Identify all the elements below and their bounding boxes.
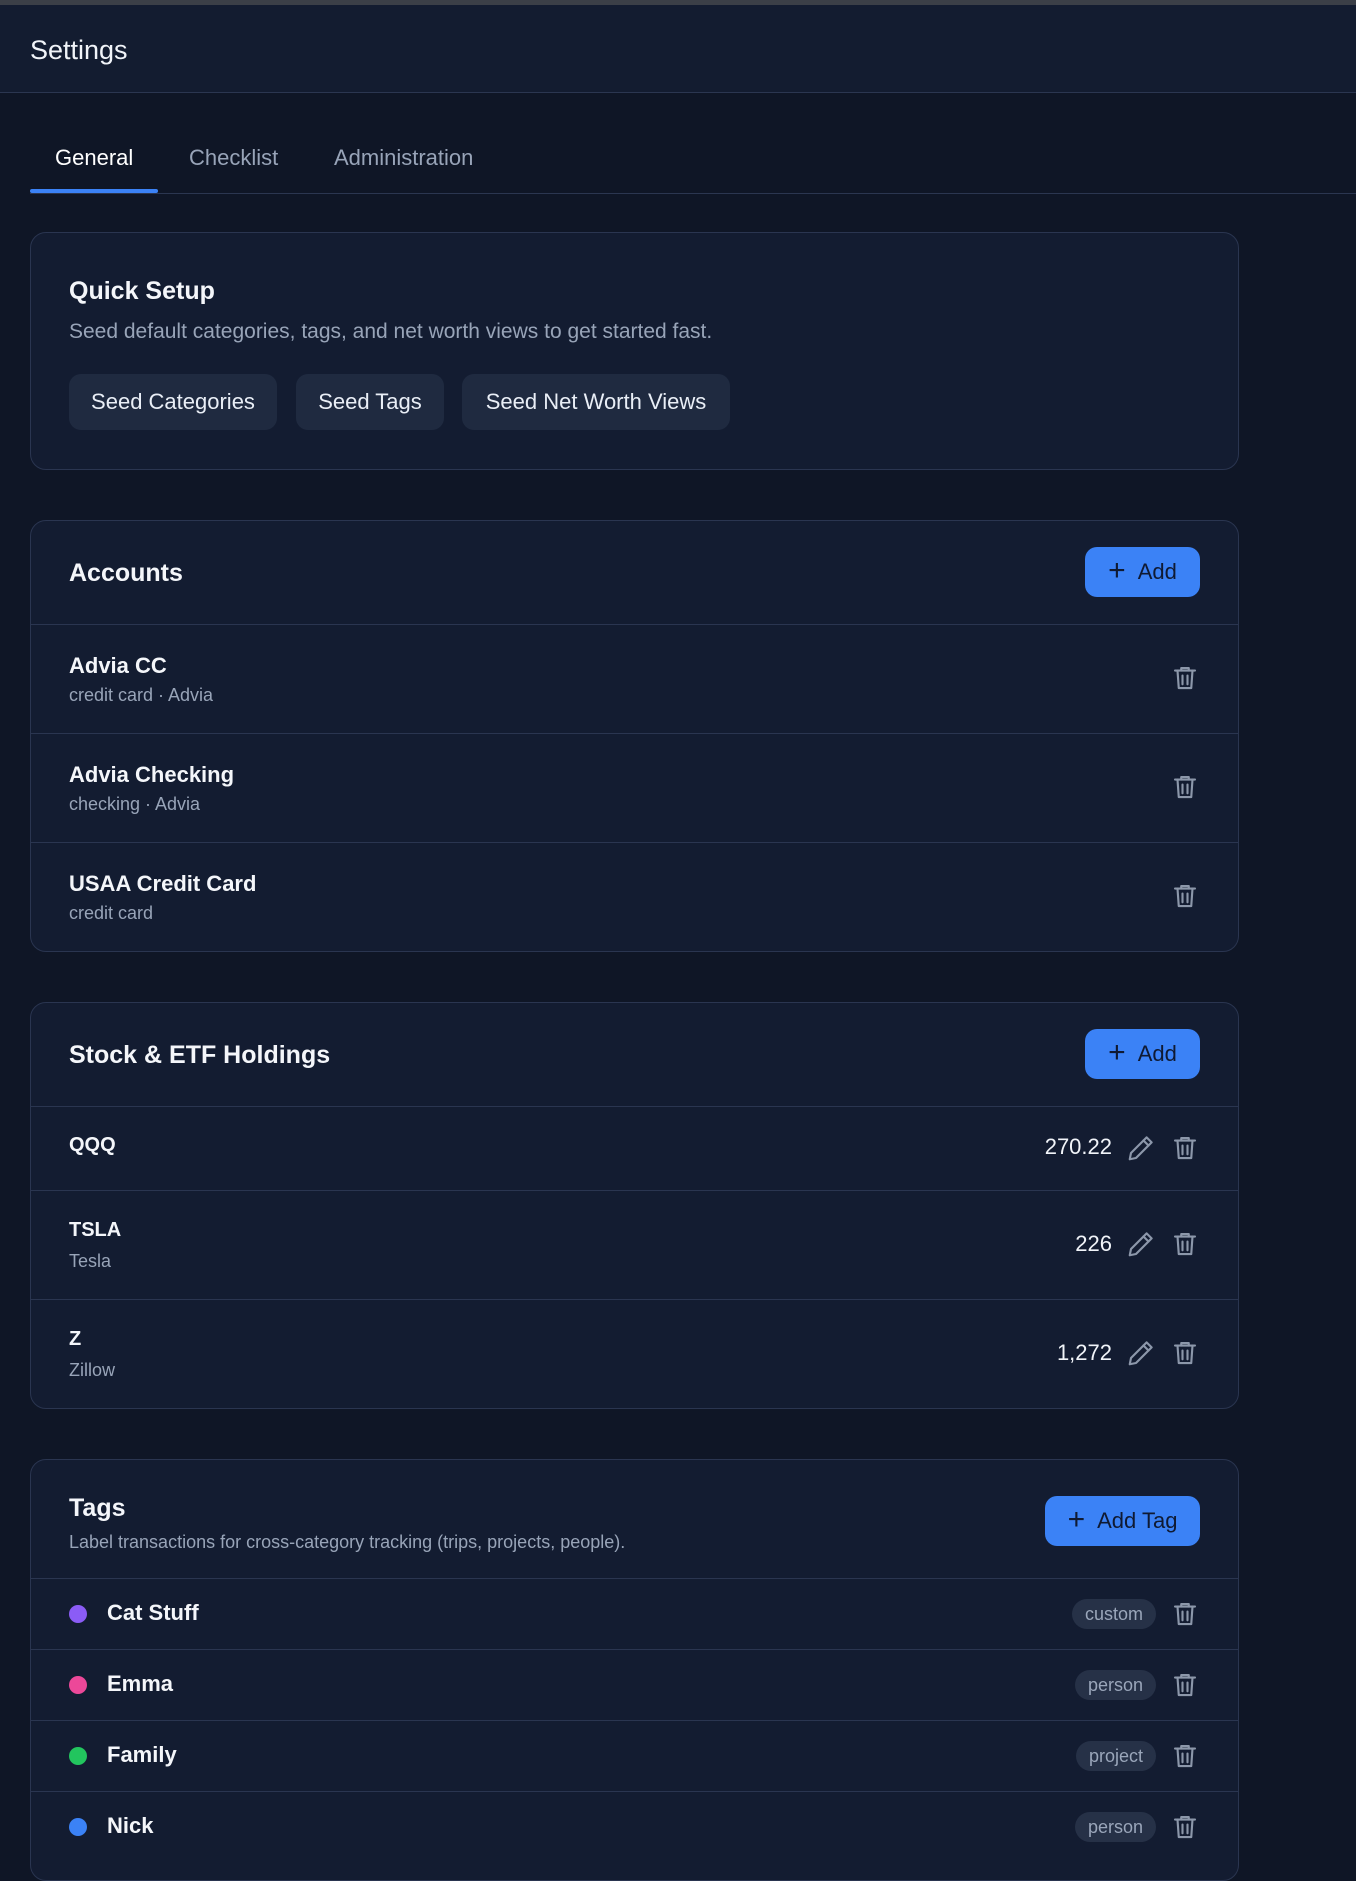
trash-icon[interactable] (1170, 663, 1200, 693)
holding-row[interactable]: QQQ 270.22 (31, 1106, 1238, 1190)
plus-icon: + (1108, 553, 1126, 587)
account-meta: credit card · Advia (69, 685, 214, 705)
tab-checklist[interactable]: Checklist (189, 145, 278, 191)
tag-type-badge: person (1074, 1812, 1156, 1842)
seed-tags-button[interactable]: Seed Tags (296, 374, 444, 430)
holding-row[interactable]: Z Zillow 1,272 (31, 1299, 1238, 1408)
tag-row[interactable]: Cat Stuff custom (31, 1578, 1238, 1649)
trash-icon[interactable] (1170, 1599, 1200, 1629)
add-holding-button[interactable]: + Add (1085, 1029, 1200, 1079)
trash-icon[interactable] (1170, 1133, 1200, 1163)
holding-symbol: Z (69, 1328, 82, 1350)
holding-symbol: QQQ (69, 1134, 116, 1156)
page-title: Settings (30, 35, 128, 65)
account-row[interactable]: USAA Credit Card credit card (31, 842, 1238, 951)
account-name: Advia Checking (69, 762, 235, 787)
trash-icon[interactable] (1170, 1670, 1200, 1700)
page-header: Settings (0, 5, 1356, 93)
add-holding-label: Add (1137, 1041, 1177, 1066)
accounts-title: Accounts (69, 559, 183, 587)
quick-setup-card: Quick Setup Seed default categories, tag… (30, 232, 1239, 470)
tag-row[interactable]: Family project (31, 1720, 1238, 1791)
account-meta: checking · Advia (69, 794, 201, 814)
holding-name: Zillow (69, 1360, 116, 1380)
account-row[interactable]: Advia CC credit card · Advia (31, 624, 1238, 733)
quick-setup-description: Seed default categories, tags, and net w… (69, 320, 713, 343)
seed-net-worth-views-button[interactable]: Seed Net Worth Views (462, 374, 730, 430)
trash-icon[interactable] (1170, 1741, 1200, 1771)
add-account-button[interactable]: + Add (1085, 547, 1200, 597)
trash-icon[interactable] (1170, 881, 1200, 911)
tab-administration[interactable]: Administration (334, 145, 473, 191)
trash-icon[interactable] (1170, 1338, 1200, 1368)
pencil-icon[interactable] (1126, 1229, 1156, 1259)
tab-general[interactable]: General (29, 145, 159, 193)
tag-name: Emma (107, 1671, 174, 1696)
holding-value: 270.22 (1044, 1134, 1112, 1159)
plus-icon: + (1108, 1035, 1126, 1069)
tag-name: Family (107, 1742, 177, 1767)
holdings-card: Stock & ETF Holdings + Add QQQ 270.22 TS… (30, 1002, 1239, 1409)
add-account-label: Add (1137, 559, 1177, 584)
seed-categories-button[interactable]: Seed Categories (69, 374, 277, 430)
account-meta: credit card (69, 903, 154, 923)
trash-icon[interactable] (1170, 1229, 1200, 1259)
tag-color-dot (69, 1605, 87, 1623)
holding-name: Tesla (69, 1251, 112, 1271)
tag-name: Cat Stuff (107, 1600, 199, 1625)
quick-setup-title: Quick Setup (69, 277, 215, 305)
tag-row[interactable]: Emma person (31, 1649, 1238, 1720)
holding-row[interactable]: TSLA Tesla 226 (31, 1190, 1238, 1299)
tag-type-badge: person (1074, 1670, 1156, 1700)
tag-color-dot (69, 1676, 87, 1694)
tag-color-dot (69, 1818, 87, 1836)
tags-card: Tags Label transactions for cross-catego… (30, 1459, 1239, 1881)
holdings-title: Stock & ETF Holdings (69, 1041, 331, 1069)
tag-type-badge: custom (1071, 1599, 1156, 1629)
tag-color-dot (69, 1747, 87, 1765)
tag-type-badge: project (1075, 1741, 1156, 1771)
tags-description: Label transactions for cross-category tr… (69, 1532, 626, 1552)
holding-value: 1,272 (1056, 1340, 1112, 1365)
add-tag-label: Add Tag (1097, 1508, 1178, 1533)
trash-icon[interactable] (1170, 1812, 1200, 1842)
tags-title: Tags (69, 1494, 126, 1522)
tag-name: Nick (107, 1813, 154, 1838)
add-tag-button[interactable]: + Add Tag (1045, 1496, 1200, 1546)
holding-symbol: TSLA (69, 1219, 122, 1241)
account-name: USAA Credit Card (69, 871, 257, 896)
trash-icon[interactable] (1170, 772, 1200, 802)
account-name: Advia CC (69, 653, 167, 678)
pencil-icon[interactable] (1126, 1338, 1156, 1368)
tag-row[interactable]: Nick person (31, 1791, 1238, 1862)
holding-value: 226 (1075, 1231, 1112, 1256)
accounts-card: Accounts + Add Advia CC credit card · Ad… (30, 520, 1239, 952)
tab-bar: General Checklist Administration (29, 145, 1356, 194)
plus-icon: + (1067, 1502, 1086, 1536)
account-row[interactable]: Advia Checking checking · Advia (31, 733, 1238, 842)
pencil-icon[interactable] (1126, 1133, 1156, 1163)
